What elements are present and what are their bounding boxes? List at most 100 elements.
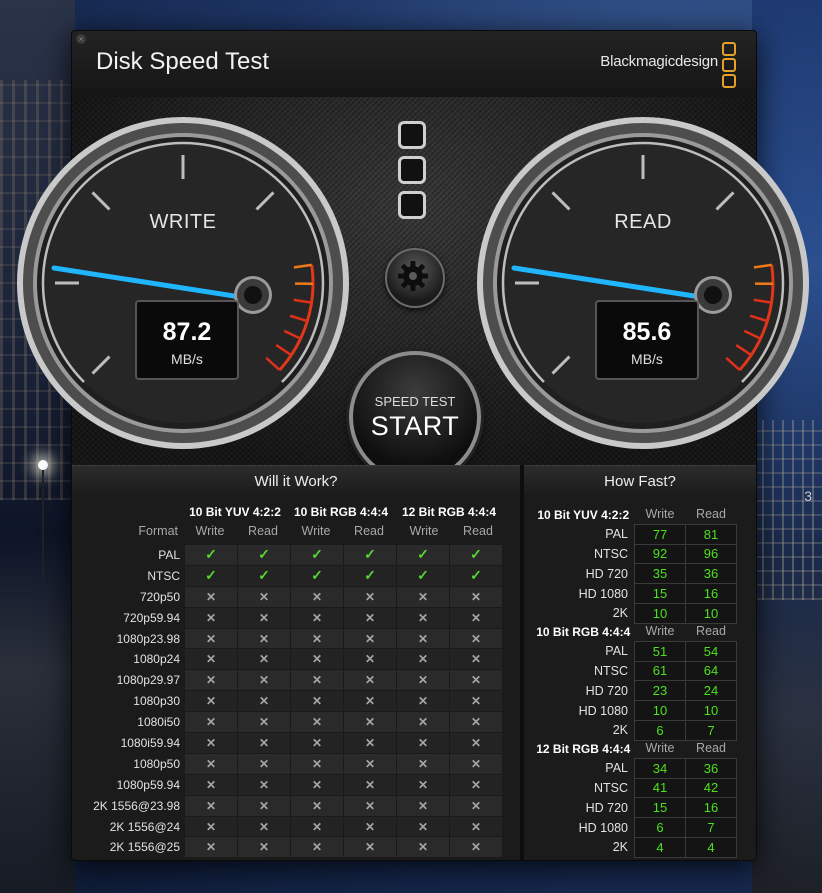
cross-icon: ✕ — [184, 585, 238, 608]
write-fps-value: 41 — [634, 777, 686, 799]
format-row: 2K 1556@23.98 ✕ ✕ ✕ ✕ ✕ ✕ — [80, 794, 503, 817]
how-fast-row: NTSC 41 42 — [532, 777, 737, 799]
read-gauge-label: READ — [614, 211, 672, 233]
format-row: NTSC ✓ ✓ ✓ ✓ ✓ ✓ — [80, 564, 503, 587]
cross-icon: ✕ — [290, 773, 344, 796]
will-it-work-header: Will it Work? — [72, 465, 520, 498]
checkmark-icon: ✓ — [237, 544, 291, 566]
title-bar[interactable]: × Disk Speed Test Blackmagicdesign — [72, 31, 756, 97]
how-fast-row: HD 1080 6 7 — [532, 817, 737, 838]
read-gauge-dial — [477, 117, 809, 449]
how-fast-group-header-row: 12 Bit RGB 4:4:4 Write Read — [532, 739, 737, 758]
settings-button[interactable] — [385, 248, 445, 308]
write-gauge-dial — [17, 117, 349, 449]
cross-icon: ✕ — [343, 815, 397, 838]
cross-icon: ✕ — [237, 627, 291, 650]
cross-icon: ✕ — [449, 773, 503, 796]
format-row: 1080p24 ✕ ✕ ✕ ✕ ✕ ✕ — [80, 648, 503, 671]
group-header-rgb444-12: 12 Bit RGB 4:4:4 — [401, 505, 497, 519]
how-fast-format-name: HD 720 — [585, 683, 628, 698]
write-gauge-label: WRITE — [149, 211, 217, 233]
how-fast-format-name: 2K — [612, 606, 628, 621]
cross-icon: ✕ — [449, 585, 503, 608]
checkmark-icon: ✓ — [396, 564, 450, 587]
cross-icon: ✕ — [184, 669, 238, 692]
how-fast-row: HD 720 15 16 — [532, 797, 737, 819]
read-fps-value: 64 — [685, 660, 737, 682]
how-fast-group-header-row: 10 Bit YUV 4:2:2 Write Read — [532, 505, 737, 524]
cross-icon: ✕ — [184, 794, 238, 817]
write-gauge: WRITE 87.2 MB/s — [14, 114, 352, 452]
disk-speed-test-window: × Disk Speed Test Blackmagicdesign WRITE… — [17, 30, 809, 861]
app-title: Disk Speed Test — [96, 48, 269, 75]
cross-icon: ✕ — [449, 836, 503, 859]
cross-icon: ✕ — [184, 752, 238, 775]
panel-divider — [520, 465, 524, 860]
read-fps-value: 96 — [685, 543, 737, 565]
format-name: NTSC — [147, 568, 180, 583]
how-fast-group-name: 10 Bit RGB 4:4:4 — [536, 624, 631, 639]
cross-icon: ✕ — [396, 836, 450, 859]
cross-icon: ✕ — [449, 815, 503, 838]
format-name: 1080p23.98 — [116, 631, 180, 646]
checkmark-icon: ✓ — [184, 564, 238, 587]
cross-icon: ✕ — [396, 773, 450, 796]
gauge-stage: WRITE 87.2 MB/s READ 85.6 MB/s SPEED TES… — [17, 97, 809, 483]
read-speed-value: 85.6 — [622, 318, 672, 346]
cross-icon: ✕ — [396, 690, 450, 713]
cross-icon: ✕ — [290, 732, 344, 754]
cross-icon: ✕ — [290, 836, 344, 859]
how-fast-group-name: 10 Bit YUV 4:2:2 — [537, 507, 630, 522]
format-row: 1080p30 ✕ ✕ ✕ ✕ ✕ ✕ — [80, 690, 503, 713]
cross-icon: ✕ — [184, 711, 238, 734]
read-fps-value: 4 — [685, 836, 737, 858]
cross-icon: ✕ — [449, 794, 503, 817]
format-name: 1080p29.97 — [116, 673, 180, 688]
how-fast-format-name: PAL — [605, 527, 628, 542]
cross-icon: ✕ — [449, 648, 503, 671]
write-fps-value: 61 — [634, 660, 686, 682]
cross-icon: ✕ — [396, 627, 450, 650]
start-button-subtitle: SPEED TEST — [374, 394, 456, 409]
how-fast-group-header-row: 10 Bit RGB 4:4:4 Write Read — [532, 622, 737, 641]
cross-icon: ✕ — [290, 752, 344, 775]
gear-icon — [398, 261, 428, 291]
speed-test-start-button[interactable]: SPEED TEST START — [349, 351, 481, 483]
cross-icon: ✕ — [184, 606, 238, 629]
format-row: 1080p29.97 ✕ ✕ ✕ ✕ ✕ ✕ — [80, 669, 503, 692]
close-window-button[interactable]: × — [76, 34, 86, 44]
cross-icon: ✕ — [237, 794, 291, 817]
read-fps-value: 7 — [685, 719, 737, 741]
cross-icon: ✕ — [343, 794, 397, 817]
read-col-header: Read — [696, 507, 726, 522]
read-fps-value: 42 — [685, 777, 737, 799]
format-row: PAL ✓ ✓ ✓ ✓ ✓ ✓ — [80, 544, 503, 566]
read-col-header: Read — [696, 741, 726, 756]
checkmark-icon: ✓ — [343, 564, 397, 587]
cross-icon: ✕ — [237, 711, 291, 734]
write-fps-value: 92 — [634, 543, 686, 565]
cross-icon: ✕ — [343, 752, 397, 775]
read-speed-readout: 85.6 MB/s — [595, 300, 699, 380]
cross-icon: ✕ — [237, 690, 291, 713]
cross-icon: ✕ — [396, 711, 450, 734]
cross-icon: ✕ — [396, 732, 450, 754]
cross-icon: ✕ — [343, 648, 397, 671]
how-fast-row: HD 720 35 36 — [532, 563, 737, 585]
read-fps-value: 10 — [685, 700, 737, 721]
cross-icon: ✕ — [290, 669, 344, 692]
read-fps-value: 7 — [685, 817, 737, 838]
how-fast-group-table: 10 Bit YUV 4:2:2 Write Read PAL 77 81 NTSC 92 96… — [532, 505, 737, 624]
read-fps-value: 10 — [685, 602, 737, 624]
how-fast-row: 2K 10 10 — [532, 602, 737, 624]
cross-icon: ✕ — [396, 648, 450, 671]
write-col-header-2: Write — [301, 524, 331, 538]
cross-icon: ✕ — [343, 732, 397, 754]
cross-icon: ✕ — [396, 794, 450, 817]
how-fast-format-name: NTSC — [593, 780, 628, 795]
read-fps-value: 36 — [685, 563, 737, 585]
format-name: 1080i59.94 — [120, 735, 180, 750]
how-fast-row: HD 720 23 24 — [532, 680, 737, 702]
write-fps-value: 15 — [634, 797, 686, 819]
format-row: 720p50 ✕ ✕ ✕ ✕ ✕ ✕ — [80, 585, 503, 608]
